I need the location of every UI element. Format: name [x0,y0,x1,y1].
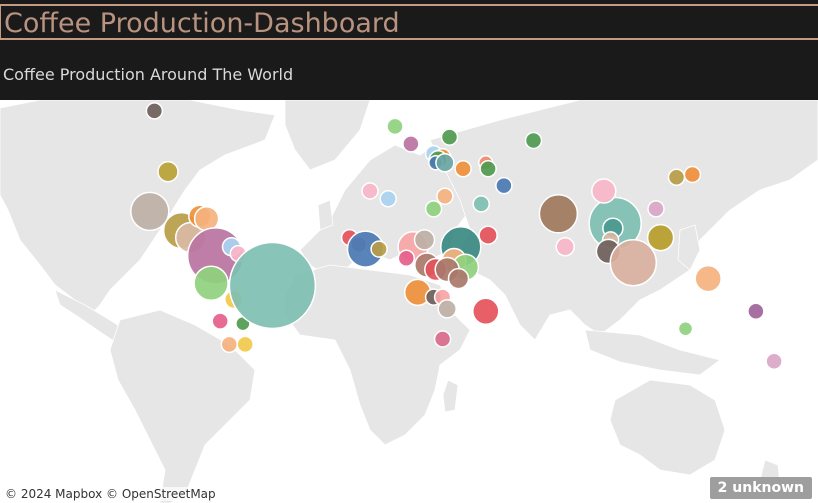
map-subtitle: Coffee Production Around The World [3,65,294,84]
production-marker[interactable] [555,237,575,257]
landmass-japan [677,224,701,271]
landmass-australia [609,379,726,476]
production-marker[interactable] [647,200,665,218]
unknown-locations-badge[interactable]: 2 unknown [709,477,812,499]
production-marker[interactable] [370,240,388,258]
production-marker[interactable] [437,299,457,319]
production-marker[interactable] [646,223,675,252]
production-marker[interactable] [667,168,686,187]
production-marker[interactable] [591,178,617,204]
landmass-madagascar [442,379,459,413]
production-marker[interactable] [361,182,379,200]
map-canvas[interactable] [0,100,818,503]
production-marker[interactable] [472,195,490,213]
production-marker[interactable] [447,267,470,290]
production-marker[interactable] [495,176,513,195]
production-marker[interactable] [157,160,179,183]
production-marker[interactable] [454,160,472,178]
landmass-uk [317,199,334,231]
production-marker[interactable] [747,302,765,321]
production-marker[interactable] [538,194,579,234]
production-marker[interactable] [433,330,452,348]
production-marker[interactable] [402,135,420,153]
world-map[interactable]: © 2024 Mapbox © OpenStreetMap 2 unknown [0,100,818,503]
production-marker[interactable] [765,352,783,370]
production-marker[interactable] [397,249,416,267]
production-marker[interactable] [436,187,454,205]
production-marker[interactable] [478,225,498,245]
production-marker[interactable] [479,160,497,178]
landmass-greenland [284,100,371,171]
production-marker[interactable] [228,241,317,330]
production-marker[interactable] [193,205,220,232]
production-marker[interactable] [236,335,254,354]
production-marker[interactable] [472,297,500,326]
production-marker[interactable] [145,102,164,120]
production-marker[interactable] [677,320,694,337]
production-marker[interactable] [609,238,658,287]
dashboard-title: Coffee Production-Dashboard [4,8,400,39]
production-marker[interactable] [524,131,543,150]
production-marker[interactable] [130,191,170,232]
production-marker[interactable] [435,153,455,173]
production-marker[interactable] [694,264,722,293]
production-marker[interactable] [193,265,229,301]
production-marker[interactable] [424,200,443,218]
title-bar: Coffee Production-Dashboard [0,4,818,40]
production-marker[interactable] [413,229,436,251]
map-attribution[interactable]: © 2024 Mapbox © OpenStreetMap [3,487,218,501]
landmass-southeast-asia-islands [584,329,721,376]
production-marker[interactable] [211,312,229,330]
production-marker[interactable] [386,117,404,136]
production-marker[interactable] [220,335,239,354]
production-marker[interactable] [440,128,459,146]
production-marker[interactable] [379,190,397,208]
dashboard-header: Coffee Production-Dashboard Coffee Produ… [0,0,818,100]
production-marker[interactable] [683,165,702,184]
